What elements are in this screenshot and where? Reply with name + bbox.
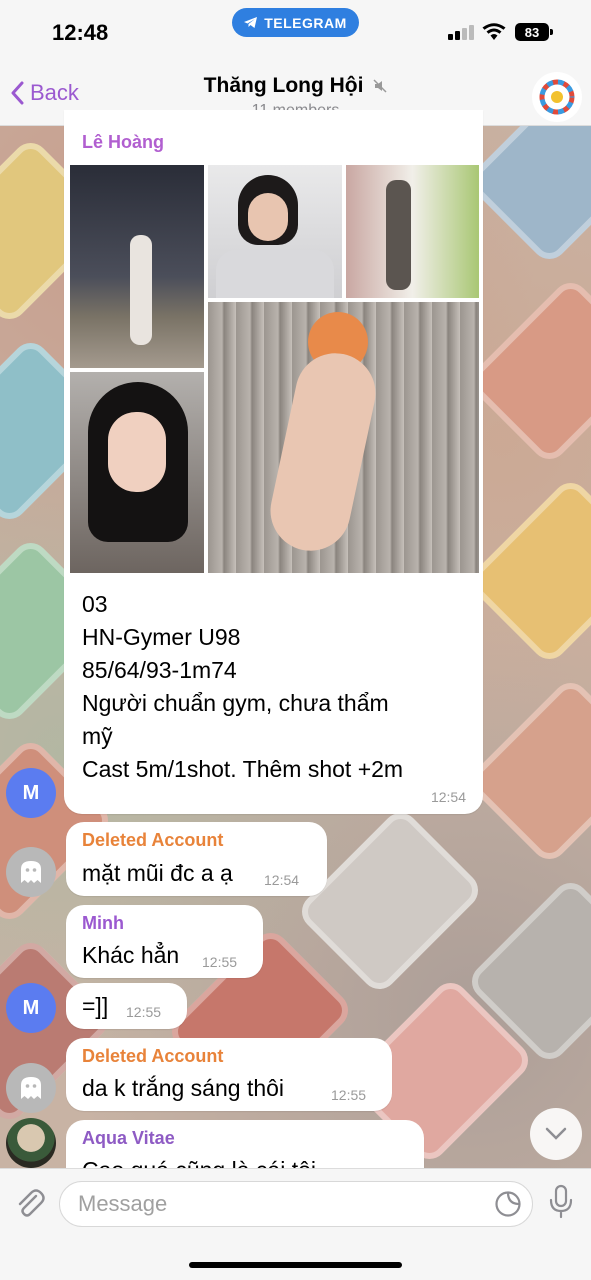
caption-line-4: Người chuẩn gym, chưa thẩm: [82, 690, 389, 716]
scroll-to-bottom-button[interactable]: [530, 1108, 582, 1160]
caption-line-5: mỹ: [82, 723, 113, 749]
album-sender: Lê Hoàng: [82, 132, 165, 152]
avatar-letter: M: [22, 781, 40, 804]
message-bubble[interactable]: Minh Khác hẳn 12:55: [66, 905, 263, 978]
album-time: 12:54: [430, 789, 466, 805]
status-time: 12:48: [52, 20, 109, 45]
mute-icon: [373, 79, 387, 93]
caption-line-3: 85/64/93-1m74: [82, 657, 237, 683]
attach-icon[interactable]: [14, 1187, 46, 1221]
sender-name: Aqua Vitae: [82, 1128, 175, 1148]
telegram-pill-label: TELEGRAM: [264, 14, 347, 31]
message-time: 12:55: [202, 954, 238, 970]
avatar-deleted-account[interactable]: [6, 847, 56, 897]
sender-name: Deleted Account: [82, 830, 224, 850]
avatar-letter: M: [22, 996, 40, 1019]
album-photo-1[interactable]: [70, 165, 204, 368]
message-time: 12:54: [264, 872, 300, 888]
message-bubble[interactable]: =]] 12:55: [66, 983, 187, 1029]
sender-name: Deleted Account: [82, 1046, 224, 1066]
chat-title[interactable]: Thăng Long Hội: [0, 74, 591, 98]
message-bubble[interactable]: Deleted Account da k trắng sáng thôi 12:…: [66, 1038, 392, 1111]
album-photo-2[interactable]: [208, 165, 342, 298]
message-text: Khác hẳn: [82, 942, 180, 968]
chevron-down-icon: [545, 1127, 567, 1140]
telegram-icon: [244, 16, 258, 28]
message-bubble[interactable]: Deleted Account mặt mũi đc a ạ 12:54: [66, 822, 327, 896]
group-avatar[interactable]: [532, 72, 582, 122]
status-bar: 12:48 TELEGRAM 83: [0, 0, 591, 50]
album-photo-3[interactable]: [346, 165, 479, 298]
home-indicator: [189, 1262, 402, 1268]
caption-line-2: HN-Gymer U98: [82, 624, 241, 650]
telegram-pill[interactable]: TELEGRAM: [232, 8, 359, 37]
cellular-signal-icon: [448, 24, 474, 40]
wifi-icon: [482, 23, 506, 40]
caption-line-1: 03: [82, 591, 108, 617]
message-text: Cao quá cũng là cái tội: [82, 1154, 316, 1168]
chat-title-text: Thăng Long Hội: [203, 74, 364, 97]
message-text: da k trắng sáng thôi: [82, 1075, 285, 1101]
microphone-icon[interactable]: [548, 1184, 574, 1220]
sticker-icon[interactable]: [494, 1190, 522, 1218]
sender-name: Minh: [82, 913, 124, 933]
composer-bar: [0, 1168, 591, 1280]
message-text: =]]: [82, 993, 109, 1019]
album-message-bubble[interactable]: Lê Hoàng 03 HN-Gymer U98 85/64/93-1m74 N…: [64, 110, 483, 814]
ghost-icon: [21, 1077, 41, 1099]
partial-message-clip: Aqua Vitae Cao quá cũng là cái tội: [0, 1120, 591, 1168]
message-bubble[interactable]: Aqua Vitae Cao quá cũng là cái tội: [66, 1120, 424, 1168]
avatar-deleted-account[interactable]: [6, 1063, 56, 1113]
message-text: mặt mũi đc a ạ: [82, 860, 233, 886]
album-photo-5[interactable]: [208, 302, 479, 573]
avatar-m[interactable]: M: [6, 768, 56, 818]
ghost-icon: [21, 861, 41, 883]
battery-indicator: 83: [515, 23, 553, 41]
album-photo-4[interactable]: [70, 372, 204, 573]
message-input[interactable]: [59, 1181, 533, 1227]
group-avatar-image: [533, 73, 581, 121]
album-caption: 03 HN-Gymer U98 85/64/93-1m74 Người chuẩ…: [82, 588, 477, 786]
avatar-m[interactable]: M: [6, 983, 56, 1033]
caption-line-6: Cast 5m/1shot. Thêm shot +2m: [82, 756, 404, 782]
message-time: 12:55: [331, 1087, 367, 1103]
message-time: 12:55: [126, 1004, 162, 1020]
